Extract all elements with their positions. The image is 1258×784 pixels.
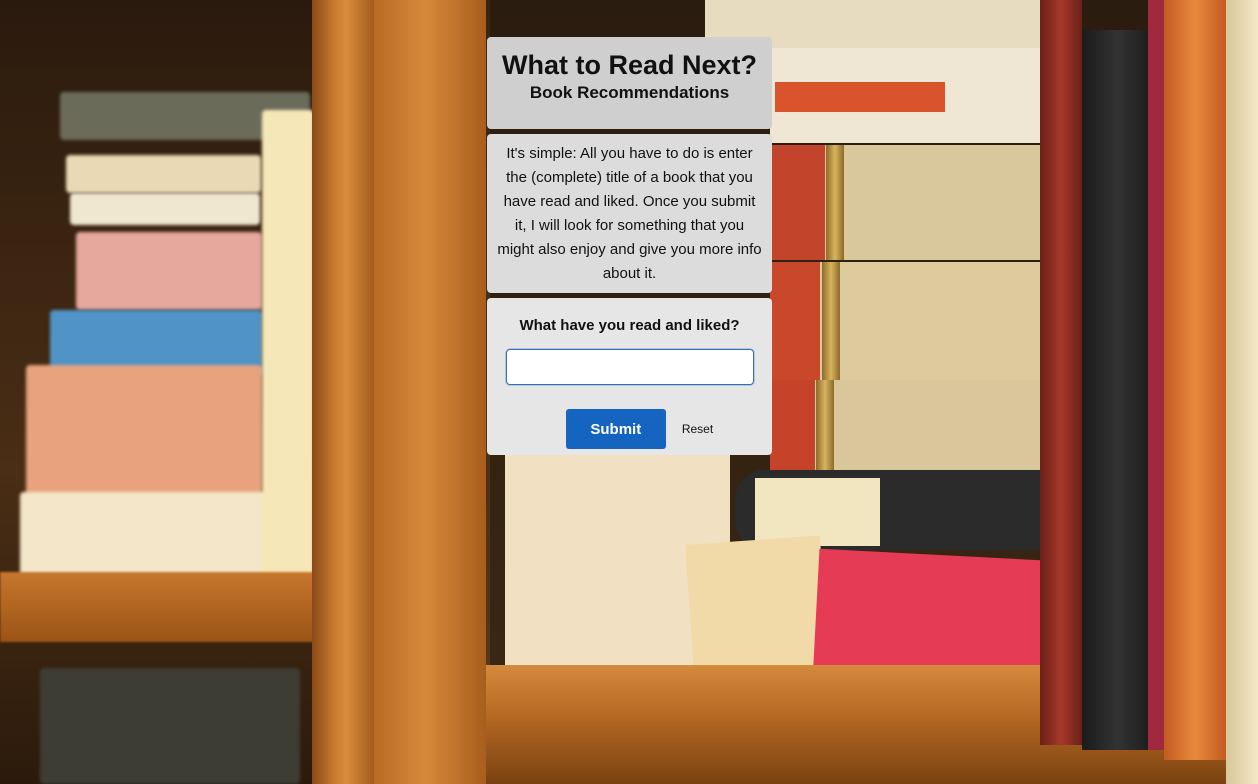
intro-card: It's simple: All you have to do is enter…	[487, 134, 772, 293]
recommendation-panel: What to Read Next? Book Recommendations …	[487, 37, 772, 455]
search-form: What have you read and liked? Submit Res…	[487, 298, 772, 455]
submit-button[interactable]: Submit	[565, 409, 666, 449]
book-spine-red	[770, 145, 825, 260]
left-book	[40, 668, 300, 784]
book-label-band	[775, 82, 945, 112]
reset-button[interactable]: Reset	[680, 418, 715, 440]
book-title-label: What have you read and liked?	[519, 317, 740, 334]
shelf-post	[312, 0, 374, 784]
left-book	[70, 193, 260, 225]
book-metamorphoses-tall	[1082, 30, 1154, 750]
shelf-post	[374, 0, 486, 784]
book-spine-tall	[1226, 0, 1258, 784]
left-book	[76, 232, 262, 310]
title-card: What to Read Next? Book Recommendations	[487, 37, 772, 129]
left-book	[66, 155, 261, 193]
book-title-input[interactable]	[505, 349, 754, 385]
left-shelf-plank	[0, 572, 320, 642]
book-spine-tall	[1164, 0, 1226, 760]
book-spine-red	[770, 262, 820, 380]
form-buttons: Submit Reset	[487, 409, 772, 449]
left-book	[262, 110, 314, 625]
page-title: What to Read Next?	[501, 50, 757, 80]
book-spine-tall	[1040, 0, 1082, 745]
intro-text: It's simple: All you have to do is enter…	[497, 145, 762, 282]
page-subtitle: Book Recommendations	[529, 83, 730, 102]
